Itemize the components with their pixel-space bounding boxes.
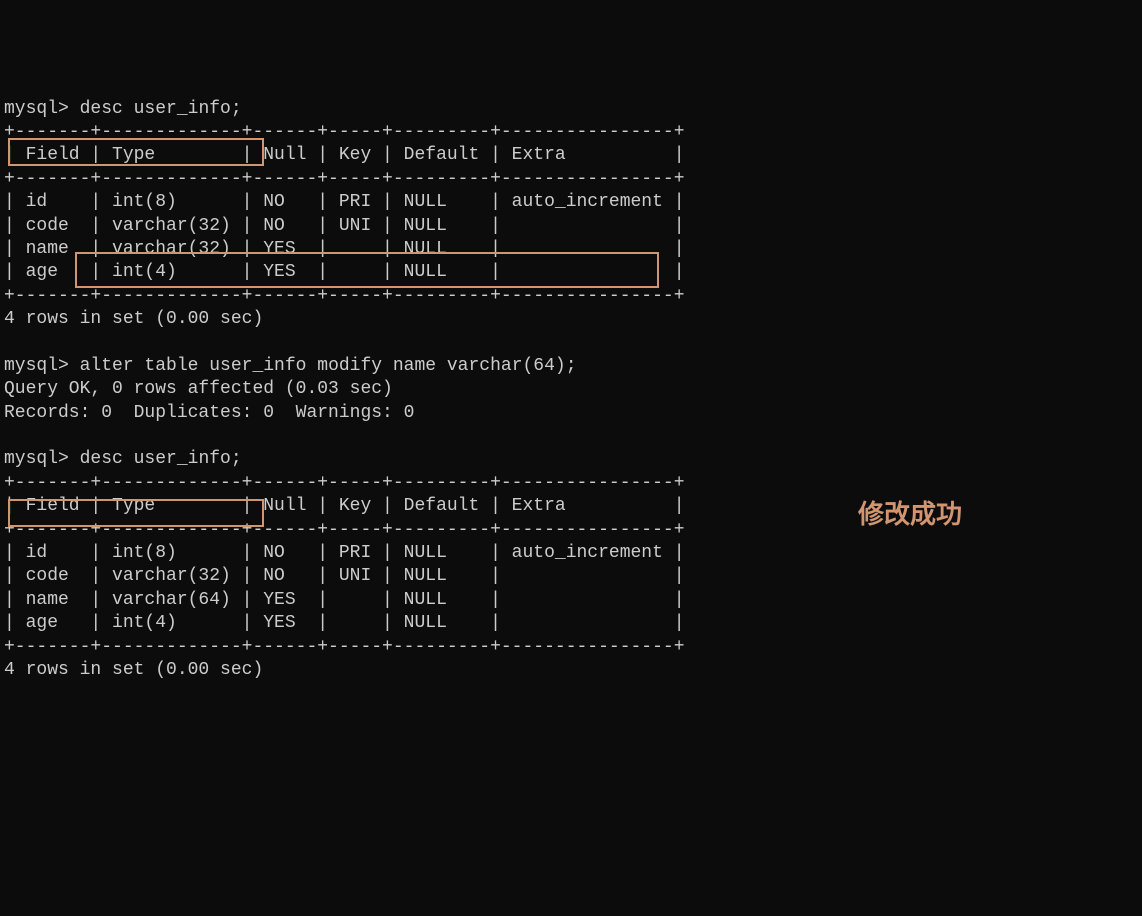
prompt: mysql>: [4, 449, 80, 469]
table2-mid: +-------+-------------+------+-----+----…: [4, 520, 685, 540]
table2-row-id: | id | int(8) | NO | PRI | NULL | auto_i…: [4, 543, 685, 563]
table1-header: | Field | Type | Null | Key | Default | …: [4, 145, 685, 165]
cmd-alter: alter table user_info modify name varcha…: [80, 356, 577, 376]
alter-result-0: Query OK, 0 rows affected (0.03 sec): [4, 379, 393, 399]
cmd-desc2: desc user_info;: [80, 449, 242, 469]
table2-bot: +-------+-------------+------+-----+----…: [4, 637, 685, 657]
cmd-desc1: desc user_info;: [80, 99, 242, 119]
table1-mid: +-------+-------------+------+-----+----…: [4, 169, 685, 189]
table1-top: +-------+-------------+------+-----+----…: [4, 122, 685, 142]
table1-row-name: | name | varchar(32) | YES | | NULL | |: [4, 239, 685, 259]
table2-row-name: | name | varchar(64) | YES | | NULL | |: [4, 590, 685, 610]
table1-row-id: | id | int(8) | NO | PRI | NULL | auto_i…: [4, 192, 685, 212]
prompt: mysql>: [4, 99, 80, 119]
table2-header: | Field | Type | Null | Key | Default | …: [4, 496, 685, 516]
table1-row-code: | code | varchar(32) | NO | UNI | NULL |…: [4, 216, 685, 236]
table2-row-age: | age | int(4) | YES | | NULL | |: [4, 613, 685, 633]
table1-row-age: | age | int(4) | YES | | NULL | |: [4, 262, 685, 282]
table2-summary: 4 rows in set (0.00 sec): [4, 660, 263, 680]
annotation-success: 修改成功: [858, 498, 962, 532]
table2-row-code: | code | varchar(32) | NO | UNI | NULL |…: [4, 566, 685, 586]
table1-bot: +-------+-------------+------+-----+----…: [4, 286, 685, 306]
table1-summary: 4 rows in set (0.00 sec): [4, 309, 263, 329]
prompt: mysql>: [4, 356, 80, 376]
table2-top: +-------+-------------+------+-----+----…: [4, 473, 685, 493]
terminal-output[interactable]: mysql> desc user_info; +-------+--------…: [4, 98, 1138, 683]
alter-result-1: Records: 0 Duplicates: 0 Warnings: 0: [4, 403, 414, 423]
